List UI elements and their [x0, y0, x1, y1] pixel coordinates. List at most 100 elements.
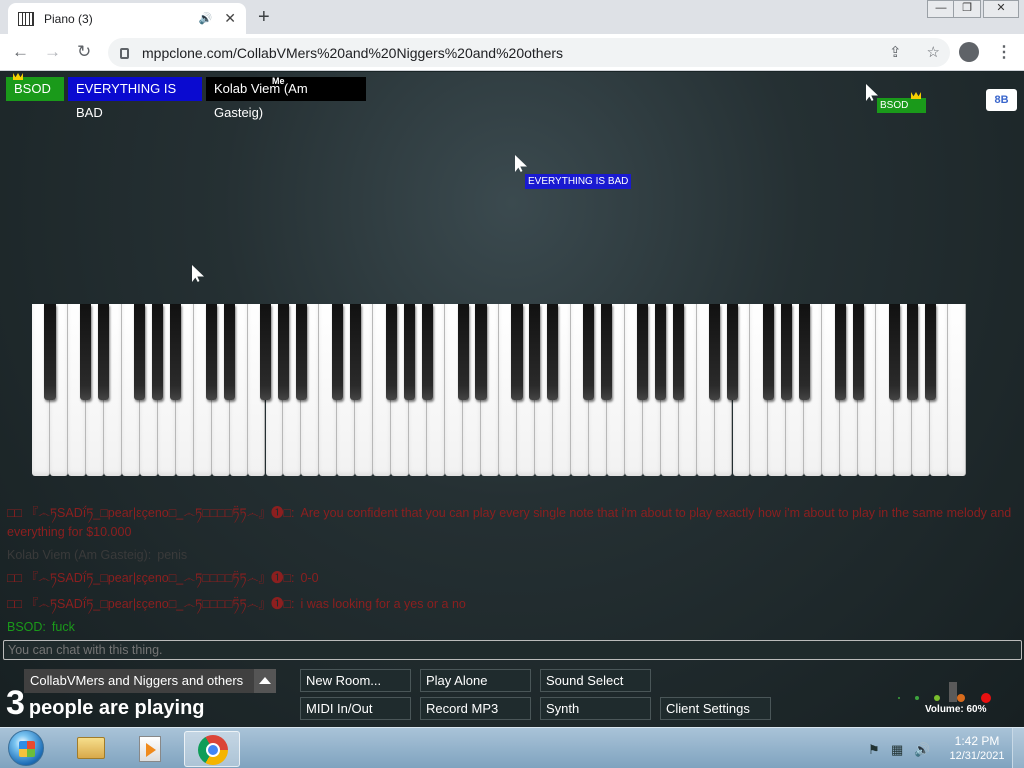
taskbar-clock[interactable]: 1:42 PM 12/31/2021	[948, 734, 1006, 764]
new-room-button[interactable]: New Room...	[300, 669, 411, 692]
piano-black-key[interactable]	[547, 304, 559, 400]
taskbar-explorer[interactable]	[62, 731, 118, 767]
piano-black-key[interactable]	[385, 304, 397, 400]
volume-dot	[934, 695, 940, 701]
piano-black-key[interactable]	[403, 304, 415, 400]
flag-icon[interactable]: ⚑	[868, 742, 880, 758]
address-bar[interactable]: mppclone.com/CollabVMers%20and%20Niggers…	[108, 38, 950, 67]
taskbar-media-player[interactable]	[122, 731, 178, 767]
piano-white-key[interactable]	[948, 304, 966, 476]
chat-author: BSOD:	[7, 620, 46, 634]
piano-black-key[interactable]	[924, 304, 936, 400]
chat-author: □□ 『෴ཏSADḯཏ_□pear|εçeno□_෴ཏ□□□□ཏ̈ཏ෴』❶□:	[7, 571, 295, 585]
piano-black-key[interactable]	[98, 304, 110, 400]
piano-black-key[interactable]	[673, 304, 685, 400]
piano-black-key[interactable]	[834, 304, 846, 400]
piano-black-key[interactable]	[726, 304, 739, 400]
windows-taskbar: ⚑ ▦ 🔊 1:42 PM 12/31/2021	[0, 727, 1024, 768]
piano-black-key[interactable]	[583, 304, 595, 400]
chat-input[interactable]	[3, 640, 1022, 660]
piano-favicon-icon	[18, 11, 34, 26]
piano-black-key[interactable]	[475, 304, 487, 400]
piano-black-key[interactable]	[134, 304, 146, 400]
user-name: BSOD	[14, 81, 51, 96]
piano-black-key[interactable]	[457, 304, 469, 400]
chat-log: □□ 『෴ཏSADḯཏ_□pear|εçeno□_෴ཏ□□□□ཏ̈ཏ෴』❶□: A…	[7, 504, 1012, 641]
show-desktop-button[interactable]	[1012, 728, 1024, 768]
piano-black-key[interactable]	[708, 304, 721, 400]
player-count-text: people are playing	[28, 697, 205, 719]
window-minimize-button[interactable]: —	[927, 0, 955, 18]
taskbar-chrome[interactable]	[184, 731, 240, 767]
user-tag-2[interactable]: Kolab Viem (Am Gasteig)	[206, 77, 366, 120]
url-text: mppclone.com/CollabVMers%20and%20Niggers…	[142, 44, 564, 61]
tab-close-button[interactable]: ✕	[224, 10, 236, 27]
piano-black-key[interactable]	[529, 304, 541, 400]
network-icon[interactable]: ▦	[891, 742, 903, 758]
synth-button[interactable]: Synth	[540, 697, 651, 720]
piano-black-key[interactable]	[762, 304, 774, 400]
piano-black-key[interactable]	[152, 304, 164, 400]
piano-black-key[interactable]	[421, 304, 433, 400]
client-settings-button[interactable]: Client Settings	[660, 697, 771, 720]
piano-black-key[interactable]	[170, 304, 182, 400]
tab-title: Piano (3)	[44, 11, 93, 26]
piano-black-key[interactable]	[295, 304, 307, 400]
midi-in-out-button[interactable]: MIDI In/Out	[300, 697, 411, 720]
volume-tray-icon[interactable]: 🔊	[914, 742, 930, 758]
media-player-icon	[139, 736, 161, 762]
forward-button[interactable]: →	[44, 42, 61, 62]
browser-tab-piano[interactable]: Piano (3) 🔊 ✕	[8, 3, 246, 34]
piano-black-key[interactable]	[259, 304, 272, 400]
user-tag-0[interactable]: BSOD	[6, 73, 64, 101]
chat-text: i was looking for a yes or a no	[300, 597, 466, 611]
piano-page: BSOD EVERYTHING IS BAD Kolab Viem (Am Ga…	[0, 72, 1024, 727]
piano-black-key[interactable]	[852, 304, 864, 400]
piano-black-key[interactable]	[331, 304, 343, 400]
volume-dot	[957, 694, 965, 702]
chat-message: BSOD: fuck	[7, 618, 1012, 637]
piano-black-key[interactable]	[277, 304, 290, 400]
speaker-icon[interactable]: 🔊	[199, 12, 213, 25]
bookmark-star-icon[interactable]: ☆	[927, 44, 940, 61]
player-count-number: 3	[6, 684, 25, 722]
piano-black-key[interactable]	[349, 304, 361, 400]
chat-message: □□ 『෴ཏSADḯཏ_□pear|εçeno□_෴ཏ□□□□ཏ̈ཏ෴』❶□: i…	[7, 595, 1012, 614]
window-restore-button[interactable]: ❐	[953, 0, 981, 18]
piano-black-key[interactable]	[601, 304, 613, 400]
clock-date: 12/31/2021	[949, 750, 1005, 762]
piano-black-key[interactable]	[511, 304, 523, 400]
piano-black-key[interactable]	[906, 304, 918, 400]
me-label: Me	[272, 76, 285, 86]
profile-avatar-icon[interactable]	[959, 42, 979, 62]
piano-black-key[interactable]	[80, 304, 92, 400]
window-close-button[interactable]: ✕	[983, 0, 1019, 18]
start-button[interactable]	[8, 730, 44, 766]
volume-dot	[981, 693, 991, 703]
piano-black-key[interactable]	[655, 304, 667, 400]
record-mp3-button[interactable]: Record MP3	[420, 697, 531, 720]
bb-button[interactable]: 8B	[986, 89, 1017, 111]
back-button[interactable]: ←	[12, 42, 29, 62]
piano-keyboard[interactable]	[32, 304, 966, 476]
piano-black-key[interactable]	[780, 304, 792, 400]
volume-slider-handle[interactable]	[949, 682, 957, 702]
piano-black-key[interactable]	[206, 304, 218, 400]
chat-message: Kolab Viem (Am Gasteig): penis	[7, 546, 1012, 565]
chevron-up-icon[interactable]	[254, 669, 276, 693]
user-tag-1[interactable]: EVERYTHING IS BAD	[68, 77, 202, 120]
play-alone-button[interactable]: Play Alone	[420, 669, 531, 692]
cursor-pointer-icon	[515, 155, 527, 172]
crown-icon	[13, 73, 23, 80]
piano-black-key[interactable]	[44, 304, 56, 400]
reload-button[interactable]: ↻	[77, 42, 91, 62]
piano-black-key[interactable]	[888, 304, 900, 400]
piano-black-key[interactable]	[798, 304, 810, 400]
share-icon[interactable]: ⇪	[889, 44, 902, 61]
piano-black-key[interactable]	[224, 304, 236, 400]
new-tab-button[interactable]: +	[258, 6, 270, 29]
sound-select-button[interactable]: Sound Select	[540, 669, 651, 692]
omnibox-actions: ⇪ ☆	[889, 43, 940, 61]
piano-black-key[interactable]	[637, 304, 649, 400]
browser-menu-button[interactable]: ⋮	[996, 42, 1012, 62]
